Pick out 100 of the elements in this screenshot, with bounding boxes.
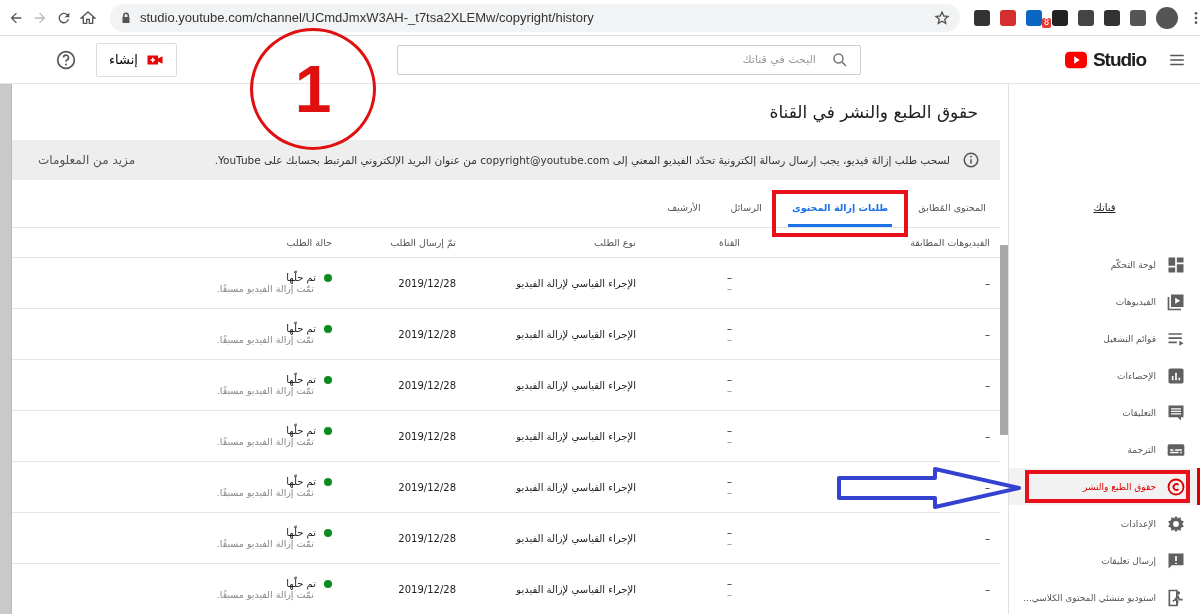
- extension-icon[interactable]: [1104, 9, 1120, 26]
- settings-icon: [1166, 513, 1186, 534]
- table-cell: –: [727, 425, 732, 436]
- search-field[interactable]: البحث في قناتك: [396, 44, 861, 75]
- extension-icon[interactable]: [974, 9, 990, 26]
- table-cell-text: –: [984, 328, 990, 340]
- status-dot: [324, 426, 332, 435]
- status-dot: [324, 375, 332, 384]
- status-note: تمّت إزالة الفيديو مسبقًا.: [216, 436, 314, 447]
- table-cell: –: [727, 436, 732, 447]
- sidebar-item[interactable]: حقوق الطبع والنشر: [1009, 468, 1200, 505]
- table-cell: –: [727, 374, 732, 385]
- copyright-icon: [1166, 476, 1186, 497]
- home-icon[interactable]: [80, 9, 96, 26]
- status-dot: [324, 528, 332, 537]
- exit-icon: [1166, 587, 1186, 608]
- tab[interactable]: الأرشيف: [663, 202, 705, 227]
- tab[interactable]: المحتوى المُطابق: [914, 202, 990, 227]
- table-cell-text: الإجراء القياسي لإزالة الفيديو: [514, 583, 636, 595]
- extension-icon[interactable]: [1052, 9, 1068, 26]
- status-note: تمّت إزالة الفيديو مسبقًا.: [216, 334, 314, 345]
- page-title: حقوق الطبع والنشر في القناة: [769, 102, 978, 125]
- status-note: تمّت إزالة الفيديو مسبقًا.: [216, 589, 314, 600]
- sidebar-item[interactable]: قوائم التشغيل: [1009, 320, 1200, 357]
- create-button[interactable]: إنشاء: [96, 42, 177, 77]
- table-cell: –: [727, 589, 732, 600]
- table-cell-text: –: [984, 532, 990, 544]
- table-cell: –: [727, 538, 732, 549]
- logo-text: Studio: [1092, 48, 1146, 71]
- table-cell-text: –: [984, 481, 990, 493]
- table-cell-text: الإجراء القياسي لإزالة الفيديو: [514, 481, 636, 493]
- sidebar-item[interactable]: استوديو منشئي المحتوى الكلاسي...: [1009, 579, 1200, 614]
- table-cell-text: 2019/12/28: [397, 430, 456, 442]
- status-dot: [324, 324, 332, 333]
- table-cell: –: [727, 323, 732, 334]
- table-cell-text: –: [984, 277, 990, 289]
- status-dot: [324, 273, 332, 282]
- star-icon[interactable]: [934, 9, 950, 26]
- status-note: تمّت إزالة الفيديو مسبقًا.: [216, 385, 314, 396]
- channel-label: قناتك: [1092, 201, 1117, 215]
- more-info-link[interactable]: مزيد من المعلومات: [38, 153, 136, 167]
- sidebar-item[interactable]: الترجمة: [1009, 431, 1200, 468]
- table-cell-text: 2019/12/28: [397, 277, 456, 289]
- table-cell-text: –: [984, 583, 990, 595]
- table-cell-text: الإجراء القياسي لإزالة الفيديو: [514, 430, 636, 442]
- extension-icon[interactable]: [1078, 9, 1094, 26]
- tab[interactable]: الرسائل: [726, 202, 766, 227]
- notification-count: 8: [1042, 17, 1052, 28]
- table-cell: –: [727, 487, 732, 498]
- table-cell: –: [727, 283, 732, 294]
- avatar[interactable]: [1156, 6, 1178, 29]
- step-number: 1: [294, 51, 332, 127]
- sidebar-item[interactable]: لوحة التحكّم: [1009, 246, 1200, 283]
- column-header: القناة: [717, 237, 740, 248]
- status-note: تمّت إزالة الفيديو مسبقًا.: [216, 283, 314, 294]
- table-cell: –: [727, 527, 732, 538]
- table-cell: –: [727, 272, 732, 283]
- status-text: تم حلّها: [286, 323, 316, 334]
- search-icon: [830, 50, 849, 69]
- table-cell: –: [727, 578, 732, 589]
- status-note: تمّت إزالة الفيديو مسبقًا.: [216, 538, 314, 549]
- lock-icon: [120, 11, 132, 24]
- table-cell-text: الإجراء القياسي لإزالة الفيديو: [514, 379, 636, 391]
- status-text: تم حلّها: [286, 272, 316, 283]
- status-text: تم حلّها: [286, 527, 316, 538]
- scrollbar[interactable]: [0, 84, 12, 614]
- status-dot: [324, 579, 332, 588]
- sidebar-item[interactable]: الإحصاءات: [1009, 357, 1200, 394]
- column-header: نوع الطلب: [592, 237, 636, 248]
- table-cell-text: الإجراء القياسي لإزالة الفيديو: [514, 328, 636, 340]
- extension-icon[interactable]: [1130, 9, 1146, 26]
- table-cell: –: [727, 476, 732, 487]
- status-text: تم حلّها: [286, 425, 316, 436]
- table-cell: –: [727, 385, 732, 396]
- sidebar-item[interactable]: الإعدادات: [1009, 505, 1200, 542]
- help-icon[interactable]: [56, 49, 76, 70]
- table-cell-text: 2019/12/28: [397, 481, 456, 493]
- tab[interactable]: طلبات إزالة المحتوى: [788, 202, 893, 227]
- status-note: تمّت إزالة الفيديو مسبقًا.: [216, 487, 314, 498]
- table-cell: –: [727, 334, 732, 345]
- table-cell-text: 2019/12/28: [397, 379, 456, 391]
- table-cell-text: 2019/12/28: [397, 583, 456, 595]
- scrollbar-thumb[interactable]: [1000, 245, 1008, 435]
- table-cell-text: –: [984, 430, 990, 442]
- table-cell-text: 2019/12/28: [397, 328, 456, 340]
- table-cell-text: 2019/12/28: [397, 532, 456, 544]
- sidebar-item[interactable]: الفيديوهات: [1009, 283, 1200, 320]
- column-header: حالة الطلب: [285, 237, 332, 248]
- info-text: لسحب طلب إزالة فيديو، يجب إرسال رسالة إلكترونية تحدّد الفيديو المعني إلى copyright@youtube.com من عنوان البريد الإلكتروني المرتبط بحسابك على YouTube.: [213, 154, 950, 166]
- table-cell-text: الإجراء القياسي لإزالة الفيديو: [514, 277, 636, 289]
- table-cell-text: الإجراء القياسي لإزالة الفيديو: [514, 532, 636, 544]
- status-dot: [324, 477, 332, 486]
- sidebar-item[interactable]: إرسال تعليقات: [1009, 542, 1200, 579]
- column-header: تمّ إرسال الطلب: [389, 237, 456, 248]
- table-cell-text: –: [984, 379, 990, 391]
- status-text: تم حلّها: [286, 374, 316, 385]
- status-text: تم حلّها: [286, 578, 316, 589]
- column-header: الفيديوهات المطابقة: [909, 237, 990, 248]
- status-text: تم حلّها: [286, 476, 316, 487]
- sidebar-item[interactable]: التعليقات: [1009, 394, 1200, 431]
